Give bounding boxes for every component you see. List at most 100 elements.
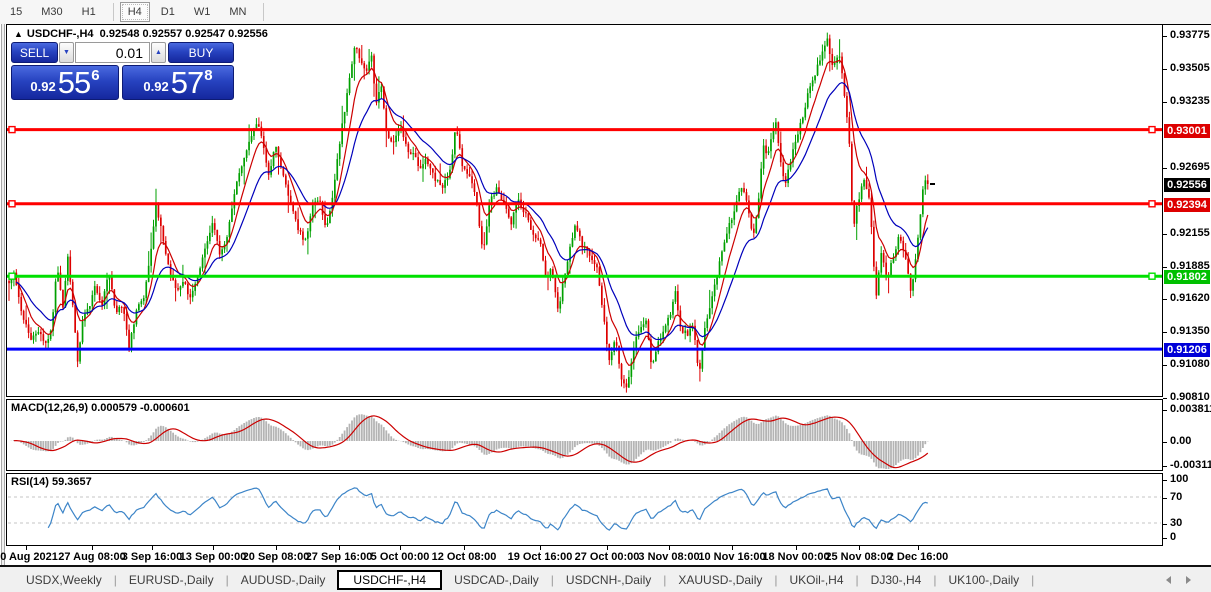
time-axis-tick <box>540 546 541 550</box>
axis-tick-mark <box>1163 69 1167 70</box>
current-price-badge: 0.92556 <box>1164 178 1210 193</box>
rsi-label: RSI(14) 59.3657 <box>11 476 92 488</box>
chart-tab-usdcnh-daily[interactable]: USDCNH-,Daily <box>554 571 663 589</box>
sell-price-big: 55 <box>57 65 91 100</box>
hline-handle-left[interactable] <box>8 272 16 280</box>
time-axis-tick <box>732 546 733 550</box>
chart-tab-usdcad-daily[interactable]: USDCAD-,Daily <box>442 571 551 589</box>
chart-tab-ukoil-h4[interactable]: UKOil-,H4 <box>778 571 856 589</box>
macd-scale-label: 0.003811 <box>1170 402 1211 415</box>
timeframe-button-w1[interactable]: W1 <box>186 2 219 22</box>
time-axis-tick <box>464 546 465 550</box>
chart-tab-usdx-weekly[interactable]: USDX,Weekly <box>14 571 114 589</box>
chart-tab-bar: USDX,Weekly | EURUSD-,Daily | AUDUSD-,Daily U… <box>0 565 1211 592</box>
time-axis-tick <box>796 546 797 550</box>
hline-handle-left[interactable] <box>8 200 16 208</box>
tab-scroll-left-button[interactable] <box>1166 576 1171 584</box>
axis-tick-mark <box>1163 36 1167 37</box>
level-price-badge: 0.91802 <box>1164 270 1210 285</box>
rsi-scale-label: 0 <box>1170 531 1177 543</box>
price-tick-label: 0.92695 <box>1170 161 1210 174</box>
timeframe-toolbar: 15 M30 H1 H4 D1 W1 MN <box>0 0 1211 24</box>
time-axis-tick <box>213 546 214 550</box>
level-price-badge: 0.91206 <box>1164 343 1210 358</box>
axis-tick-mark <box>1163 168 1167 170</box>
tab-scroll-right-button[interactable] <box>1186 576 1191 584</box>
timeframe-button-h4[interactable]: H4 <box>119 2 150 22</box>
macd-scale-label: -0.003115 <box>1170 459 1211 471</box>
chart-tab-usdchf-h4[interactable]: USDCHF-,H4 <box>337 569 443 590</box>
sell-price-small: 0.92 <box>30 79 56 94</box>
buy-price-big: 57 <box>170 65 204 100</box>
time-axis-label: 20 Aug 2021 <box>0 551 58 563</box>
time-axis-tick <box>152 546 153 550</box>
timeframe-button-15[interactable]: 15 <box>2 2 30 22</box>
price-tick-label: 0.93235 <box>1170 95 1210 107</box>
toolbar-separator <box>263 3 265 21</box>
price-tick-label: 0.91080 <box>1170 358 1210 371</box>
rsi-scale-label: 30 <box>1170 517 1183 529</box>
time-axis-label: 25 Nov 08:00 <box>825 551 893 563</box>
chart-title: ▲ USDCHF-,H4 0.92548 0.92557 0.92547 0.92… <box>14 28 268 40</box>
axis-tick-mark <box>1163 365 1167 367</box>
hline-handle-left[interactable] <box>8 125 16 134</box>
axis-tick-mark <box>1163 299 1167 301</box>
buy-price-small: 0.92 <box>143 79 169 94</box>
level-price-badge: 0.93001 <box>1164 123 1210 138</box>
volume-decrease-button[interactable]: ▼ <box>59 42 74 63</box>
time-axis-label: 19 Oct 16:00 <box>507 551 573 563</box>
time-axis-label: 12 Oct 08:00 <box>431 551 497 563</box>
chart-tab-xauusd-daily[interactable]: XAUUSD-,Daily <box>666 571 774 589</box>
chart-tab-eurusd-daily[interactable]: EURUSD-,Daily <box>117 571 226 589</box>
time-axis-label: 3 Nov 08:00 <box>638 551 700 563</box>
chart-tab-uk100-daily[interactable]: UK100-,Daily <box>936 571 1031 589</box>
macd-panel: MACD(12,26,9) 0.000579 -0.000601 <box>6 399 1163 471</box>
buy-price-display[interactable]: 0.92 57 8 <box>122 65 234 100</box>
symbol-arrow-icon: ▲ <box>14 29 23 39</box>
axis-tick-mark <box>1163 398 1167 400</box>
time-axis-tick <box>92 546 93 550</box>
time-axis-label: 3 Sep 16:00 <box>121 551 183 563</box>
axis-tick-mark <box>1163 498 1167 499</box>
symbol-title: USDCHF-,H4 <box>26 28 94 40</box>
sell-price-sup: 6 <box>91 67 100 84</box>
time-axis[interactable]: 20 Aug 2021 27 Aug 08:00 3 Sep 16:00 13 Sep… <box>0 546 1163 566</box>
axis-tick-mark <box>1163 234 1167 236</box>
chart-tab-audusd-daily[interactable]: AUDUSD-,Daily <box>229 571 338 589</box>
time-axis-tick <box>400 546 401 550</box>
axis-tick-mark <box>1163 480 1167 481</box>
rsi-panel: RSI(14) 59.3657 <box>6 473 1163 546</box>
time-axis-tick <box>859 546 860 550</box>
chart-tab-dj30-h4[interactable]: DJ30-,H4 <box>859 571 934 589</box>
time-axis-label: 13 Sep 00:00 <box>179 551 247 563</box>
volume-increase-button[interactable]: ▲ <box>151 42 166 63</box>
buy-button[interactable]: BUY <box>168 42 234 63</box>
time-axis-label: 27 Aug 08:00 <box>58 551 126 563</box>
hline-handle-right[interactable] <box>1148 272 1156 280</box>
toolbar-separator <box>112 3 114 21</box>
price-tick-label: 0.91620 <box>1170 292 1210 305</box>
time-axis-tick <box>607 546 608 550</box>
axis-tick-mark <box>1163 332 1167 334</box>
rsi-plot[interactable] <box>7 474 1162 545</box>
axis-tick-mark <box>1163 267 1167 269</box>
volume-input[interactable] <box>75 42 150 63</box>
ohlc-values: 0.92548 0.92557 0.92547 0.92556 <box>99 28 268 40</box>
timeframe-button-mn[interactable]: MN <box>221 2 254 22</box>
time-axis-tick <box>669 546 670 550</box>
timeframe-button-h1[interactable]: H1 <box>74 2 104 22</box>
axis-tick-mark <box>1163 538 1167 539</box>
axis-tick-mark <box>1163 466 1167 467</box>
time-axis-tick <box>276 546 277 550</box>
sell-button[interactable]: SELL <box>11 42 58 63</box>
price-tick-label: 0.93775 <box>1170 29 1210 41</box>
timeframe-button-m30[interactable]: M30 <box>33 2 70 22</box>
timeframe-button-d1[interactable]: D1 <box>153 2 183 22</box>
price-axis[interactable]: 0.93775 0.93505 0.93235 0.92695 0.92155 0.918… <box>1163 24 1211 566</box>
sell-price-display[interactable]: 0.92 55 6 <box>11 65 119 100</box>
price-tick-label: 0.92155 <box>1170 227 1210 240</box>
hline-handle-right[interactable] <box>1148 200 1156 208</box>
time-axis-label: 20 Sep 08:00 <box>242 551 310 563</box>
level-price-badge: 0.92394 <box>1164 197 1210 212</box>
hline-handle-right[interactable] <box>1148 125 1156 134</box>
